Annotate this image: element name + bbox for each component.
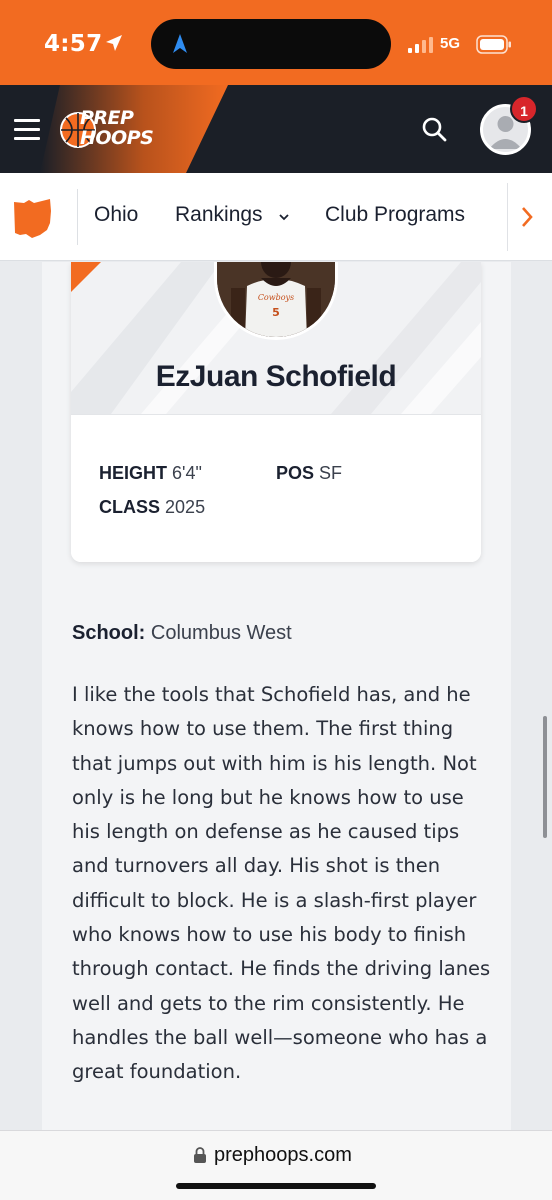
- chevron-right-icon[interactable]: [520, 206, 534, 228]
- status-bar: 4:57 5G: [0, 0, 552, 85]
- browser-url-bar[interactable]: prephoops.com: [0, 1130, 552, 1200]
- location-arrow-icon: [106, 35, 122, 51]
- home-indicator[interactable]: [176, 1183, 376, 1189]
- battery-icon: [476, 35, 511, 54]
- stat-height-label: HEIGHT: [99, 463, 168, 483]
- orange-corner-accent: [71, 262, 101, 292]
- menu-icon[interactable]: [14, 119, 42, 141]
- sub-nav: Ohio Rankings Club Programs: [0, 173, 552, 261]
- school-label: School:: [72, 622, 146, 644]
- stat-class-value: 2025: [165, 497, 206, 517]
- main-content: Cowboys 5 EzJuan Schofield HEIGHT 6'4" P…: [42, 262, 511, 1130]
- ohio-state-icon[interactable]: [12, 197, 54, 239]
- card-header: Cowboys 5 EzJuan Schofield: [71, 262, 481, 414]
- scouting-report-paragraph: I like the tools that Schofield has, and…: [72, 683, 491, 1084]
- stat-pos-value: SF: [319, 463, 343, 483]
- scrollbar[interactable]: [543, 716, 547, 838]
- stat-height: HEIGHT 6'4": [99, 463, 202, 484]
- url-domain[interactable]: prephoops.com: [214, 1144, 352, 1167]
- site-header: PREP HOOPS 1: [0, 85, 552, 173]
- network-label: 5G: [440, 35, 461, 52]
- logo-line-2: HOOPS: [80, 127, 154, 149]
- jersey-text: Cowboys: [258, 293, 294, 302]
- stat-position: POS SF: [276, 463, 342, 484]
- nav-item-ohio[interactable]: Ohio: [94, 203, 138, 227]
- stat-class: CLASS 2025: [99, 497, 205, 518]
- lock-icon: [194, 1147, 206, 1163]
- player-name: EzJuan Schofield: [155, 360, 397, 393]
- nav-divider-right: [507, 183, 508, 251]
- stat-pos-label: POS: [276, 463, 315, 483]
- search-icon[interactable]: [420, 115, 448, 143]
- stat-height-value: 6'4": [172, 463, 202, 483]
- notification-badge[interactable]: 1: [510, 95, 538, 123]
- prep-hoops-logo[interactable]: PREP HOOPS: [58, 105, 170, 155]
- nav-item-club-programs[interactable]: Club Programs: [325, 203, 465, 227]
- school-line: School: Columbus West: [72, 622, 292, 645]
- stat-class-label: CLASS: [99, 497, 161, 517]
- nav-item-rankings[interactable]: Rankings: [175, 203, 263, 227]
- logo-line-1: PREP: [80, 107, 134, 129]
- player-stats: HEIGHT 6'4" POS SF CLASS 2025: [71, 414, 481, 562]
- signal-icon: [408, 37, 433, 53]
- jersey-number: 5: [272, 306, 280, 319]
- nav-divider: [77, 189, 78, 245]
- navigation-arrow-icon: [173, 34, 187, 53]
- player-profile-card: Cowboys 5 EzJuan Schofield HEIGHT 6'4" P…: [71, 262, 481, 562]
- dynamic-island: [151, 19, 391, 69]
- status-time: 4:57: [44, 31, 103, 57]
- school-value: Columbus West: [150, 622, 292, 644]
- chevron-down-icon[interactable]: [279, 213, 289, 221]
